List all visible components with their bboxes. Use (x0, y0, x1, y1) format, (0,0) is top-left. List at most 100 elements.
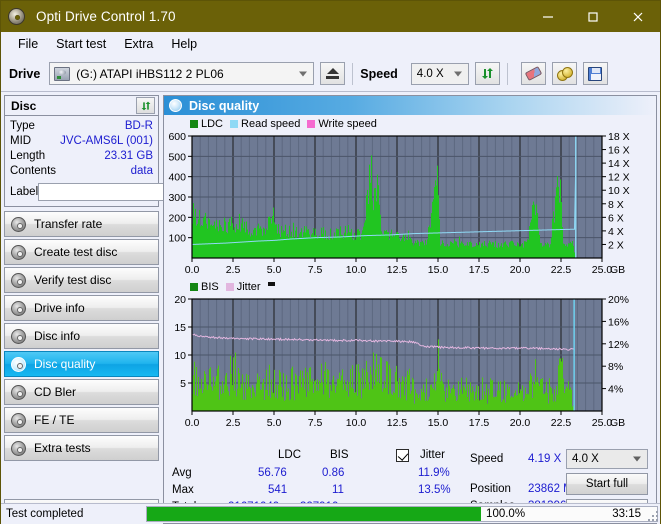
svg-text:22.5: 22.5 (551, 264, 572, 276)
disc-info-panel: Disc Type BD-R MID JVC-AMS6L (001) Lengt… (4, 95, 237, 207)
sidebar-item-cd-bler[interactable]: CD Bler (4, 379, 159, 405)
svg-text:17.5: 17.5 (469, 264, 490, 276)
legend-label-jitter: Jitter (236, 281, 261, 293)
floppy-save-icon (588, 66, 603, 81)
resize-grip-icon[interactable] (648, 511, 658, 521)
sidebar-item-label: Drive info (34, 301, 85, 315)
toolbar-speed-value: 4.0 X (416, 67, 444, 80)
charts-area: LDC Read speed Write speed 100 200 300 400 5… (164, 115, 656, 435)
menu-item-start-test[interactable]: Start test (47, 35, 115, 54)
menu-item-help[interactable]: Help (162, 35, 206, 54)
svg-text:12 X: 12 X (608, 172, 630, 184)
test-speed-select[interactable]: 4.0 X (566, 449, 648, 469)
svg-text:16 X: 16 X (608, 145, 630, 157)
sidebar-item-disc-info[interactable]: Disc info (4, 323, 159, 349)
svg-text:GB: GB (610, 264, 625, 276)
disc-icon (11, 356, 26, 372)
sidebar-item-label: Extra tests (34, 441, 91, 455)
eject-button[interactable] (320, 62, 346, 85)
sidebar-item-transfer-rate[interactable]: Transfer rate (4, 211, 159, 237)
stats-header-bis: BIS (330, 449, 349, 461)
speed-key: Speed (470, 453, 504, 465)
menu-item-file[interactable]: File (9, 35, 47, 54)
disc-icon (11, 412, 26, 428)
coins-icon (556, 67, 573, 81)
maximize-icon[interactable] (570, 1, 615, 32)
chart2-legend: BIS Jitter (190, 281, 275, 293)
elapsed-time: 33:15 (612, 507, 641, 520)
disc-refresh-button[interactable] (136, 97, 155, 114)
legend-jitter: Jitter (225, 281, 261, 293)
drive-select-value: (G:) ATAPI iHBS112 2 PL06 (76, 66, 224, 81)
svg-text:2 X: 2 X (608, 239, 624, 251)
sidebar-item-label: Verify test disc (34, 273, 112, 287)
minimize-icon[interactable] (525, 1, 570, 32)
sidebar-item-create-test-disc[interactable]: Create test disc (4, 239, 159, 265)
jitter-checkbox[interactable] (396, 449, 409, 462)
sidebar-item-extra-tests[interactable]: Extra tests (4, 435, 159, 461)
disc-type-key: Type (10, 120, 35, 132)
svg-text:2.5: 2.5 (226, 264, 241, 276)
disc-icon (11, 384, 26, 400)
toolbar-speed-select[interactable]: 4.0 X (410, 62, 469, 85)
svg-text:5.0: 5.0 (267, 417, 282, 429)
stats-avg-bis: 0.86 (322, 467, 345, 479)
svg-text:5: 5 (180, 378, 186, 390)
sidebar-item-label: Create test disc (34, 245, 118, 259)
sidebar-item-label: Disc info (34, 329, 81, 343)
coins-button[interactable] (551, 62, 577, 85)
svg-text:20.0: 20.0 (510, 417, 531, 429)
svg-text:2.5: 2.5 (226, 417, 241, 429)
legend-bis: BIS (190, 281, 219, 293)
chevron-down-icon (299, 71, 308, 76)
progress-percent: 100.0% (486, 507, 526, 520)
sidebar-item-fe-te[interactable]: FE / TE (4, 407, 159, 433)
sidebar-item-drive-info[interactable]: Drive info (4, 295, 159, 321)
refresh-icon (141, 101, 150, 110)
svg-text:8 X: 8 X (608, 199, 624, 211)
save-button[interactable] (582, 62, 608, 85)
drive-select[interactable]: (G:) ATAPI iHBS112 2 PL06 (49, 62, 315, 85)
main-panel: Disc quality LDC Read speed Write speed … (163, 95, 657, 524)
svg-text:18 X: 18 X (608, 132, 630, 143)
svg-text:20: 20 (174, 295, 186, 306)
sidebar-item-label: Disc quality (34, 357, 96, 371)
start-full-button[interactable]: Start full (566, 473, 648, 495)
svg-text:15.0: 15.0 (428, 264, 449, 276)
stats-avg-ldc: 56.76 (258, 467, 287, 479)
svg-text:7.5: 7.5 (308, 264, 323, 276)
svg-text:12.5: 12.5 (387, 417, 408, 429)
sidebar-item-label: FE / TE (34, 413, 75, 427)
svg-text:10.0: 10.0 (346, 417, 367, 429)
chevron-down-icon (453, 71, 462, 76)
svg-text:0.0: 0.0 (185, 264, 200, 276)
disc-label-row: Label (10, 182, 237, 201)
main-panel-header: Disc quality (164, 96, 656, 115)
jitter-label: Jitter (420, 449, 445, 461)
chart-bis-jitter: BIS Jitter 5 10 15 20 4% 8% 12% 16% 20% 0.0 2.5 5.0… (164, 281, 656, 435)
svg-text:5.0: 5.0 (267, 264, 282, 276)
legend-swatch-read-speed (230, 120, 239, 128)
chevron-down-icon (633, 456, 641, 462)
sidebar-item-verify-test-disc[interactable]: Verify test disc (4, 267, 159, 293)
chart1-legend: LDC Read speed Write speed (190, 118, 381, 130)
svg-text:16%: 16% (608, 316, 629, 328)
refresh-button[interactable] (474, 62, 500, 85)
svg-text:20.0: 20.0 (510, 264, 531, 276)
chart1-canvas: 100 200 300 400 500 600 2 X4 X 6 X8 X 10 X12 X 14… (168, 132, 630, 276)
disc-row-type: Type BD-R (10, 119, 153, 134)
svg-text:15.0: 15.0 (428, 417, 449, 429)
svg-text:14 X: 14 X (608, 158, 630, 170)
disc-icon (11, 244, 26, 260)
svg-text:GB: GB (610, 417, 625, 429)
close-icon[interactable] (615, 1, 660, 32)
progress-bar: 100.0% 33:15 (146, 505, 658, 522)
erase-button[interactable] (520, 62, 546, 85)
stats-row-max-key: Max (172, 484, 194, 496)
legend-write-speed: Write speed (307, 118, 377, 130)
menu-item-extra[interactable]: Extra (115, 35, 162, 54)
sidebar-item-disc-quality[interactable]: Disc quality (4, 351, 159, 377)
disc-panel-title: Disc (11, 98, 37, 113)
disc-icon (11, 216, 26, 232)
svg-text:20%: 20% (608, 295, 629, 306)
